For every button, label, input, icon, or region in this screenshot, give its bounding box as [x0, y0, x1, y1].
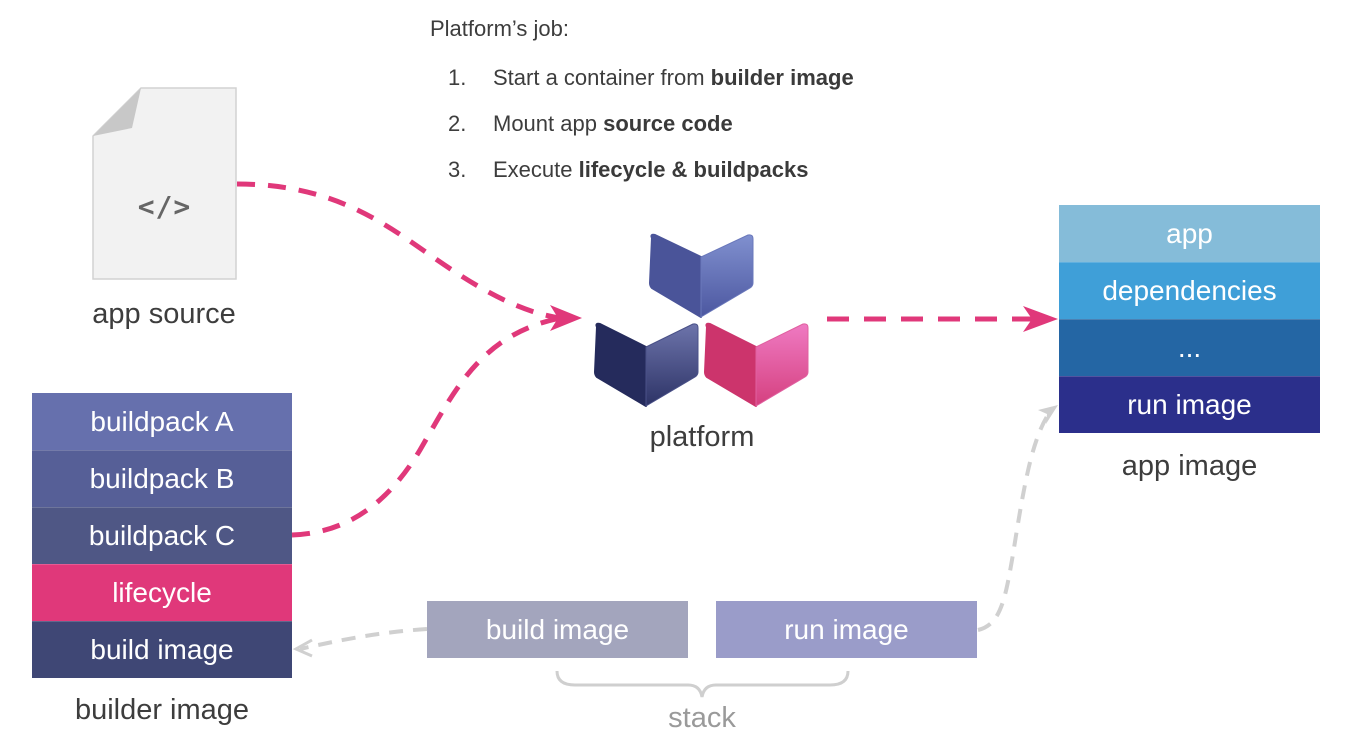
stack-build-image[interactable]: build image	[427, 601, 688, 658]
step-number: 2.	[448, 111, 467, 136]
stack-label: stack	[668, 702, 736, 734]
logo-chevron-bottom-left	[594, 322, 699, 407]
stack-run-image[interactable]: run image	[716, 601, 977, 658]
step-number: 3.	[448, 157, 467, 182]
platform-job-steps: 1. Start a container from builder image 2…	[448, 60, 854, 198]
layer-ellipsis[interactable]: ...	[1059, 319, 1320, 376]
arrowhead-app-image-gray	[1038, 405, 1058, 424]
code-glyph: </>	[137, 190, 192, 223]
stack-brace	[555, 670, 850, 698]
app-image-stack: app dependencies ... run image	[1059, 205, 1320, 433]
arrow-source-to-platform	[236, 181, 561, 321]
builder-image-label: builder image	[74, 694, 250, 726]
layer-app[interactable]: app	[1059, 205, 1320, 262]
step-text: Execute	[493, 157, 579, 182]
app-image-label: app image	[1121, 450, 1258, 482]
logo-chevron-bottom-right	[704, 322, 809, 407]
layer-buildpack-a[interactable]: buildpack A	[32, 393, 292, 450]
job-step: 2. Mount app source code	[448, 106, 854, 152]
layer-buildpack-b[interactable]: buildpack B	[32, 450, 292, 507]
step-emphasis: source code	[603, 111, 733, 136]
app-source-label: app source	[92, 298, 236, 330]
arrow-run-image-to-app-image	[977, 410, 1052, 632]
platform-logo-icon	[594, 233, 809, 407]
arrowhead-platform	[550, 305, 582, 331]
layer-build-image[interactable]: build image	[32, 621, 292, 678]
code-file-icon	[92, 87, 237, 280]
layer-buildpack-c[interactable]: buildpack C	[32, 507, 292, 564]
step-number: 1.	[448, 65, 467, 90]
step-text: Mount app	[493, 111, 604, 136]
arrow-build-image-to-builder	[299, 627, 428, 651]
job-step: 1. Start a container from builder image	[448, 60, 854, 106]
job-step: 3. Execute lifecycle & buildpacks	[448, 152, 854, 198]
builder-image-stack: buildpack A buildpack B buildpack C life…	[32, 393, 292, 678]
layer-lifecycle[interactable]: lifecycle	[32, 564, 292, 621]
platform-label: platform	[649, 421, 755, 453]
arrowhead-builder	[292, 638, 313, 658]
layer-dependencies[interactable]: dependencies	[1059, 262, 1320, 319]
platform-job-title: Platform’s job:	[430, 16, 569, 41]
logo-chevron-top	[649, 233, 754, 318]
step-emphasis: builder image	[710, 65, 854, 90]
arrowhead-app-image	[1023, 306, 1058, 332]
layer-run-image[interactable]: run image	[1059, 376, 1320, 433]
arrow-buildpacks-to-platform	[291, 315, 561, 538]
step-emphasis: lifecycle & buildpacks	[578, 157, 809, 182]
step-text: Start a container from	[493, 65, 711, 90]
